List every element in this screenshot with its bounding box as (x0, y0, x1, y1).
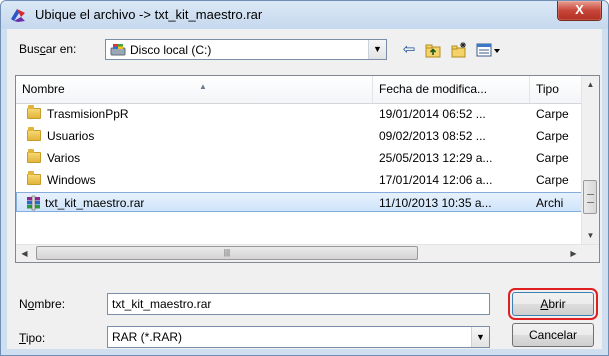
column-name-label: Nombre (22, 82, 65, 96)
file-type: Carpe (536, 107, 569, 121)
file-name: Varios (47, 151, 81, 165)
file-list-header: Nombre ▲ Fecha de modifica... Tipo (16, 76, 582, 104)
back-arrow-icon[interactable]: ⇦ (399, 40, 419, 60)
scroll-down-icon[interactable]: ▼ (582, 227, 599, 244)
dialog-body: Buscar en: Disco local (C:) ▼ ⇦ Nombre ▲… (7, 29, 602, 349)
vertical-scroll-thumb[interactable] (583, 180, 597, 214)
scroll-left-icon[interactable]: ◀ (16, 245, 33, 262)
folder-icon (27, 149, 41, 163)
app-icon (11, 9, 25, 22)
open-button-label: brir (548, 297, 566, 311)
file-date: 09/02/2013 08:52 ... (379, 129, 486, 143)
file-name: txt_kit_maestro.rar (45, 196, 145, 210)
chevron-down-icon[interactable]: ▼ (368, 40, 386, 59)
folder-icon (27, 127, 41, 141)
file-type-label: Tipo: (19, 331, 46, 345)
chevron-down-icon[interactable]: ▼ (471, 327, 489, 347)
rar-archive-icon (27, 195, 40, 211)
scroll-up-icon[interactable]: ▲ (582, 76, 599, 93)
file-type-dropdown[interactable]: RAR (*.RAR) ▼ (107, 326, 490, 348)
file-row[interactable]: TrasmisionPpR 19/01/2014 06:52 ... Carpe (16, 104, 582, 124)
file-type: Archi (536, 196, 564, 210)
filename-input[interactable]: txt_kit_maestro.rar (107, 293, 490, 315)
column-header-date[interactable]: Fecha de modifica... (373, 76, 530, 103)
file-date: 25/05/2013 12:29 a... (379, 151, 493, 165)
sort-ascending-icon: ▲ (199, 82, 207, 91)
local-disk-icon (110, 44, 126, 56)
close-icon: X (575, 2, 584, 17)
look-in-value: Disco local (C:) (130, 43, 212, 57)
open-button[interactable]: Abrir (508, 288, 598, 320)
file-type: Carpe (536, 151, 569, 165)
file-row[interactable]: Windows 17/01/2014 12:06 a... Carpe (16, 170, 582, 190)
file-type-value: RAR (*.RAR) (112, 330, 183, 344)
file-row[interactable]: Varios 25/05/2013 12:29 a... Carpe (16, 148, 582, 168)
look-in-label: Buscar en: (19, 42, 77, 56)
close-button[interactable]: X (557, 1, 602, 21)
look-in-dropdown[interactable]: Disco local (C:) ▼ (105, 39, 387, 60)
column-date-label: Fecha de modifica... (379, 82, 488, 96)
file-type: Carpe (536, 173, 569, 187)
file-date: 17/01/2014 12:06 a... (379, 173, 493, 187)
column-type-label: Tipo (536, 82, 559, 96)
file-row[interactable]: Usuarios 09/02/2013 08:52 ... Carpe (16, 126, 582, 146)
up-folder-icon[interactable] (423, 40, 443, 60)
title-bar[interactable]: Ubique el archivo -> txt_kit_maestro.rar… (1, 1, 608, 29)
vertical-scrollbar[interactable]: ▲ ▼ (581, 76, 599, 244)
column-header-type[interactable]: Tipo (530, 76, 582, 103)
scroll-right-icon[interactable]: ▶ (565, 245, 582, 262)
filename-label: Nombre: (19, 297, 66, 311)
file-row-selected[interactable]: txt_kit_maestro.rar 11/10/2013 10:35 a..… (16, 192, 582, 212)
window-title: Ubique el archivo -> txt_kit_maestro.rar (35, 7, 263, 22)
file-type: Carpe (536, 129, 569, 143)
grip-icon (587, 194, 594, 203)
horizontal-scroll-thumb[interactable]: ||| (36, 246, 418, 260)
file-name: Windows (47, 173, 96, 187)
file-list[interactable]: Nombre ▲ Fecha de modifica... Tipo Trasm… (15, 75, 600, 263)
folder-icon (27, 171, 41, 185)
file-date: 19/01/2014 06:52 ... (379, 107, 486, 121)
file-name: TrasmisionPpR (47, 107, 129, 121)
views-menu-icon[interactable] (475, 40, 501, 60)
horizontal-scrollbar[interactable]: ◀ ||| ▶ (16, 244, 599, 262)
scrollbar-corner (582, 245, 599, 262)
open-file-dialog: Ubique el archivo -> txt_kit_maestro.rar… (0, 0, 609, 356)
column-header-name[interactable]: Nombre ▲ (16, 76, 373, 103)
file-date: 11/10/2013 10:35 a... (379, 196, 492, 210)
cancel-button[interactable]: Cancelar (512, 323, 594, 347)
folder-icon (27, 105, 41, 119)
new-folder-icon[interactable] (449, 40, 469, 60)
file-name: Usuarios (47, 129, 95, 143)
